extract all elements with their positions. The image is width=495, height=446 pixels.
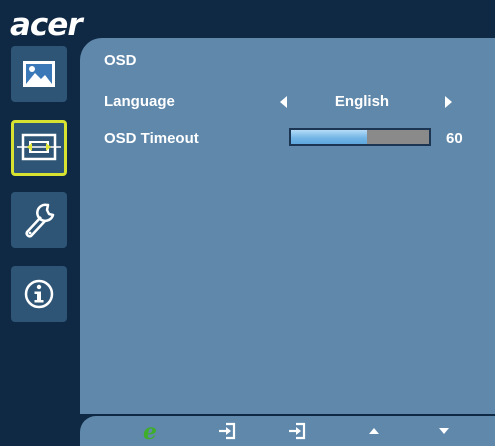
osd-timeout-fill [291,130,367,144]
language-label: Language [104,93,175,110]
svg-text:e: e [143,419,157,443]
language-value[interactable]: English [318,93,406,111]
up-arrow-icon [369,428,379,434]
wrench-settings-icon [25,203,55,238]
display-position-icon [17,133,61,161]
acer-logo: acer [10,7,83,43]
left-arrow-icon[interactable] [278,95,288,109]
osd-menu: acer OSD Language English OSD Timeout 60… [0,0,495,446]
input-icon [289,422,306,440]
input-button-2[interactable] [284,419,312,443]
e-icon: e [143,419,157,443]
osd-timeout-slider[interactable] [289,128,431,146]
osd-timeout-value: 60 [446,130,463,147]
info-icon [24,279,54,309]
picture-icon [23,61,55,87]
sidebar-item-display[interactable] [11,120,67,176]
down-button[interactable] [430,419,458,443]
right-arrow-icon[interactable] [444,95,454,109]
sidebar-item-settings[interactable] [11,192,67,248]
input-button[interactable] [214,419,242,443]
osd-timeout-label: OSD Timeout [104,130,199,147]
down-arrow-icon [439,428,449,434]
sidebar-item-info[interactable] [11,266,67,322]
input-icon [219,422,236,440]
sidebar-item-picture[interactable] [11,46,67,102]
up-button[interactable] [360,419,388,443]
page-title: OSD [104,52,137,69]
e-button[interactable]: e [136,419,164,443]
